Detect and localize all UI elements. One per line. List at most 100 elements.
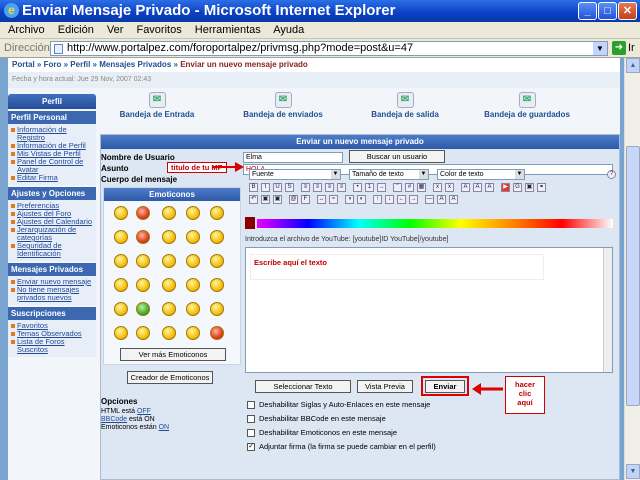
sidebar-link-foros[interactable]: Lista de Foros Suscritos: [11, 338, 94, 354]
emoticon-icon[interactable]: [186, 230, 200, 244]
html-status-value[interactable]: OFF: [137, 408, 151, 415]
emoticon-icon[interactable]: [162, 278, 176, 292]
sidebar-link-avatar[interactable]: Panel de Control de Avatar: [11, 158, 94, 174]
emoticon-icon[interactable]: [186, 326, 200, 340]
breadcrumb-portal[interactable]: Portal: [12, 60, 35, 69]
sent-link[interactable]: ✉ Bandeja de enviados: [228, 92, 338, 119]
sidebar-link-categorias[interactable]: Jerarquización de categorías: [11, 226, 94, 242]
emoticon-icon[interactable]: [210, 206, 224, 220]
google-video-icon[interactable]: G: [513, 183, 522, 192]
emoticon-icon[interactable]: [114, 230, 128, 244]
minimize-button[interactable]: _: [578, 2, 597, 20]
sidebar-link-seguridad[interactable]: Seguridad de Identificación: [11, 242, 94, 258]
emoticon-icon[interactable]: [186, 206, 200, 220]
undo-icon[interactable]: ↶: [249, 195, 258, 204]
emoticon-icon[interactable]: [162, 254, 176, 268]
menu-archivo[interactable]: Archivo: [8, 24, 45, 36]
help-icon[interactable]: ?: [607, 170, 616, 179]
image-insert-icon[interactable]: ▣: [261, 195, 270, 204]
sidebar-link-registro[interactable]: Información de Registro: [11, 126, 94, 142]
image-icon[interactable]: ▣: [525, 183, 534, 192]
saved-link[interactable]: ✉ Bandeja de guardados: [472, 92, 582, 119]
emoticon-icon[interactable]: [136, 206, 150, 220]
address-input[interactable]: http://www.portalpez.com/foroportalpez/p…: [50, 41, 608, 56]
breadcrumb-perfil[interactable]: Perfil: [70, 60, 90, 69]
emoticon-icon[interactable]: [186, 254, 200, 268]
emoticon-creator-button[interactable]: Creador de Emoticonos: [127, 371, 213, 384]
underline-icon[interactable]: U: [273, 183, 282, 192]
emoticon-icon[interactable]: [114, 302, 128, 316]
emoticon-icon[interactable]: [136, 278, 150, 292]
fade-icon[interactable]: ≈: [329, 195, 338, 204]
rainbow-icon[interactable]: ◑: [345, 195, 354, 204]
emoticons-status-value[interactable]: ON: [159, 424, 170, 431]
emoticon-icon[interactable]: [210, 326, 224, 340]
maximize-button[interactable]: □: [598, 2, 617, 20]
gradient-icon[interactable]: ◐: [357, 195, 366, 204]
emoticon-icon[interactable]: [210, 254, 224, 268]
message-textarea[interactable]: Escribe aquí el texto: [245, 247, 613, 373]
scroll-down-icon[interactable]: ▼: [626, 464, 640, 479]
menu-herramientas[interactable]: Herramientas: [195, 24, 261, 36]
italic-icon[interactable]: I: [261, 183, 270, 192]
down-arrow-icon[interactable]: ↓: [385, 195, 394, 204]
menu-ayuda[interactable]: Ayuda: [273, 24, 304, 36]
textarea-scrollbar[interactable]: [603, 248, 612, 372]
emoticon-icon[interactable]: [136, 254, 150, 268]
flash-icon[interactable]: F: [301, 195, 310, 204]
username-input[interactable]: Elma: [243, 152, 343, 163]
up-arrow-icon[interactable]: ↑: [373, 195, 382, 204]
emoticon-icon[interactable]: [114, 254, 128, 268]
inbox-link[interactable]: ✉ Bandeja de Entrada: [102, 92, 212, 119]
breadcrumb-mensajes[interactable]: Mensajes Privados: [99, 60, 171, 69]
emoticon-icon[interactable]: [162, 302, 176, 316]
align-left-icon[interactable]: ≡: [301, 183, 310, 192]
bbcode-link[interactable]: BBCode: [101, 416, 127, 423]
menu-ver[interactable]: Ver: [107, 24, 124, 36]
emoticon-icon[interactable]: [162, 230, 176, 244]
align-right-icon[interactable]: ≡: [325, 183, 334, 192]
menu-edicion[interactable]: Edición: [58, 24, 94, 36]
numbered-list-icon[interactable]: 1: [365, 183, 374, 192]
scroll-thumb[interactable]: [626, 146, 640, 406]
link-icon[interactable]: ⚭: [537, 183, 546, 192]
highlight-icon[interactable]: A: [449, 195, 458, 204]
emoticon-icon[interactable]: [114, 326, 128, 340]
shadow-icon[interactable]: A: [485, 183, 494, 192]
emoticon-icon[interactable]: [210, 278, 224, 292]
emoticon-icon[interactable]: [114, 278, 128, 292]
emoticon-icon[interactable]: [162, 206, 176, 220]
color-spectrum[interactable]: [257, 219, 613, 228]
sidebar-link-nuevos[interactable]: No tiene mensajes privados nuevos: [11, 286, 94, 302]
strike-icon[interactable]: S: [285, 183, 294, 192]
superscript-icon[interactable]: x: [433, 183, 442, 192]
spoiler-icon[interactable]: A: [461, 183, 470, 192]
find-user-button[interactable]: Buscar un usuario: [349, 150, 445, 163]
scroll-up-icon[interactable]: ▲: [626, 58, 640, 73]
attach-signature-checkbox[interactable]: ✓: [247, 443, 255, 451]
emoticon-icon[interactable]: [210, 230, 224, 244]
youtube-icon[interactable]: ▶: [501, 183, 510, 192]
marquee-icon[interactable]: ↔: [317, 195, 326, 204]
justify-icon[interactable]: ≡: [337, 183, 346, 192]
align-center-icon[interactable]: ≡: [313, 183, 322, 192]
gallery-icon[interactable]: ▣: [273, 195, 282, 204]
close-button[interactable]: ✕: [618, 2, 637, 20]
email-icon[interactable]: @: [289, 195, 298, 204]
size-select[interactable]: Tamaño de texto ▼: [349, 169, 429, 180]
hr-icon[interactable]: —: [425, 195, 434, 204]
table-icon[interactable]: ▦: [417, 183, 426, 192]
more-emoticons-button[interactable]: Ver más Emoticonos: [120, 348, 226, 361]
bold-icon[interactable]: B: [249, 183, 258, 192]
breadcrumb-foro[interactable]: Foro: [44, 60, 62, 69]
list-icon[interactable]: •: [353, 183, 362, 192]
select-text-button[interactable]: Seleccionar Texto: [255, 380, 351, 393]
go-button[interactable]: Ir: [628, 39, 635, 58]
subscript-icon[interactable]: x: [445, 183, 454, 192]
emoticon-icon[interactable]: [136, 302, 150, 316]
emoticon-icon[interactable]: [136, 230, 150, 244]
left-arrow-icon[interactable]: ←: [397, 195, 406, 204]
vertical-scrollbar[interactable]: ▲ ▼: [624, 58, 640, 480]
sidebar-link-firma[interactable]: Editar Firma: [11, 174, 94, 182]
font-select[interactable]: Fuente ▼: [249, 169, 341, 180]
